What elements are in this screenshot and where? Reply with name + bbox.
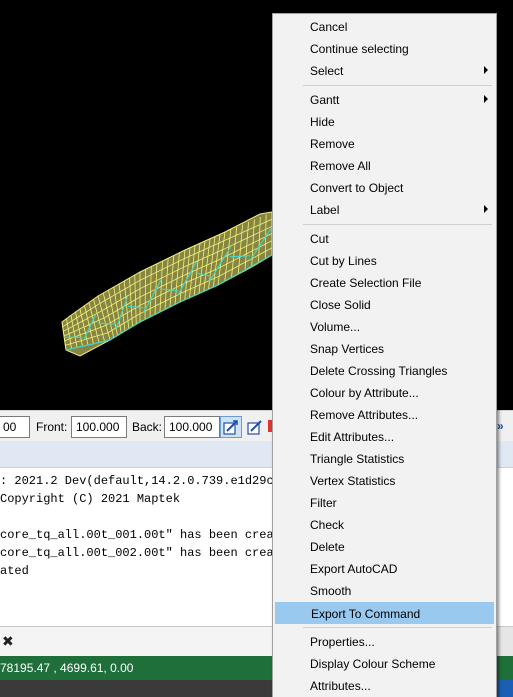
- menu-separator: [303, 85, 492, 86]
- back-label: Back:: [132, 420, 163, 434]
- menu-separator: [303, 224, 492, 225]
- menu-item-label: Properties...: [310, 635, 375, 649]
- menu-item-label: Edit Attributes...: [310, 430, 395, 444]
- menu-item-label: Hide: [310, 115, 335, 129]
- menu-item-display-colour-scheme[interactable]: Display Colour Scheme: [275, 653, 494, 675]
- menu-item-label: Remove Attributes...: [310, 408, 419, 422]
- menu-item-label[interactable]: Label: [275, 199, 494, 221]
- clip-front-icon: [223, 420, 238, 435]
- menu-item-filter[interactable]: Filter: [275, 492, 494, 514]
- menu-item-export-autocad[interactable]: Export AutoCAD: [275, 558, 494, 580]
- menu-item-hide[interactable]: Hide: [275, 111, 494, 133]
- menu-item-delete-crossing-triangles[interactable]: Delete Crossing Triangles: [275, 360, 494, 382]
- submenu-arrow-icon: [484, 95, 488, 103]
- menu-item-label: Vertex Statistics: [310, 474, 396, 488]
- menu-item-label: Colour by Attribute...: [310, 386, 419, 400]
- back-input[interactable]: 100.000: [164, 416, 220, 438]
- menu-item-smooth[interactable]: Smooth: [275, 580, 494, 602]
- clip-value-input[interactable]: 00: [0, 416, 30, 438]
- menu-item-label: Export AutoCAD: [310, 562, 398, 576]
- menu-item-volume[interactable]: Volume...: [275, 316, 494, 338]
- menu-item-label: Delete Crossing Triangles: [310, 364, 448, 378]
- context-menu: Cancel Continue selecting Select Gantt Hide R…: [272, 13, 497, 697]
- menu-item-label: Remove All: [310, 159, 371, 173]
- clip-back-button[interactable]: [244, 416, 266, 438]
- menu-item-label: Triangle Statistics: [310, 452, 405, 466]
- front-input[interactable]: 100.000: [71, 416, 127, 438]
- menu-item-label: Filter: [310, 496, 337, 510]
- menu-item-convert-to-object[interactable]: Convert to Object: [275, 177, 494, 199]
- menu-item-label: Smooth: [310, 584, 352, 598]
- menu-item-check[interactable]: Check: [275, 514, 494, 536]
- menu-item-close-solid[interactable]: Close Solid: [275, 294, 494, 316]
- menu-item-gantt[interactable]: Gantt: [275, 89, 494, 111]
- submenu-arrow-icon: [484, 205, 488, 213]
- menu-item-label: Check: [310, 518, 345, 532]
- console-line: : 2021.2 Dev(default,14.2.0.739.e1d29c2: [0, 474, 281, 488]
- menu-item-create-selection-file[interactable]: Create Selection File: [275, 272, 494, 294]
- clip-front-button[interactable]: [220, 416, 242, 438]
- menu-item-label: Snap Vertices: [310, 342, 385, 356]
- menu-item-label: Continue selecting: [310, 42, 409, 56]
- menu-item-label: Cut by Lines: [310, 254, 377, 268]
- console-line: core_tq_all.00t_002.00t" has been creat: [0, 546, 281, 560]
- menu-item-export-to-command[interactable]: Export To Command: [275, 602, 494, 624]
- menu-item-label: Create Selection File: [310, 276, 422, 290]
- menu-item-cut-by-lines[interactable]: Cut by Lines: [275, 250, 494, 272]
- menu-item-label: Cancel: [310, 20, 348, 34]
- menu-item-select[interactable]: Select: [275, 60, 494, 82]
- menu-item-properties[interactable]: Properties...: [275, 631, 494, 653]
- menu-item-remove-attributes[interactable]: Remove Attributes...: [275, 404, 494, 426]
- menu-item-vertex-statistics[interactable]: Vertex Statistics: [275, 470, 494, 492]
- clip-back-icon: [247, 420, 262, 435]
- menu-item-cancel[interactable]: Cancel: [275, 16, 494, 38]
- toolbar-overflow-icon[interactable]: »: [497, 419, 504, 433]
- menu-item-snap-vertices[interactable]: Snap Vertices: [275, 338, 494, 360]
- menu-item-label: Attributes...: [310, 679, 371, 693]
- menu-item-label: Display Colour Scheme: [310, 657, 436, 671]
- menu-item-delete[interactable]: Delete: [275, 536, 494, 558]
- menu-item-label: Export To Command: [311, 607, 421, 621]
- menu-item-label: Close Solid: [310, 298, 371, 312]
- console-line: Copyright (C) 2021 Maptek: [0, 492, 181, 506]
- menu-item-label: Delete: [310, 540, 345, 554]
- menu-item-label: Cut: [310, 232, 329, 246]
- menu-item-label: Volume...: [310, 320, 361, 334]
- menu-item-edit-attributes[interactable]: Edit Attributes...: [275, 426, 494, 448]
- menu-item-remove-all[interactable]: Remove All: [275, 155, 494, 177]
- submenu-arrow-icon: [484, 66, 488, 74]
- close-icon[interactable]: ✖: [2, 633, 14, 650]
- menu-item-label: Convert to Object: [310, 181, 404, 195]
- menu-item-colour-by-attribute[interactable]: Colour by Attribute...: [275, 382, 494, 404]
- menu-item-label: Gantt: [310, 93, 340, 107]
- menu-item-label: Label: [310, 203, 340, 217]
- console-line: ated: [0, 564, 29, 578]
- cursor-coordinates: 78195.47 , 4699.61, 0.00: [0, 661, 134, 675]
- menu-item-attributes[interactable]: Attributes...: [275, 675, 494, 697]
- menu-item-label: Select: [310, 64, 344, 78]
- menu-separator: [303, 627, 492, 628]
- console-line: core_tq_all.00t_001.00t" has been creat: [0, 528, 281, 542]
- menu-item-label: Remove: [310, 137, 355, 151]
- front-label: Front:: [36, 420, 68, 434]
- menu-item-cut[interactable]: Cut: [275, 228, 494, 250]
- menu-item-remove[interactable]: Remove: [275, 133, 494, 155]
- menu-item-triangle-statistics[interactable]: Triangle Statistics: [275, 448, 494, 470]
- menu-item-continue-selecting[interactable]: Continue selecting: [275, 38, 494, 60]
